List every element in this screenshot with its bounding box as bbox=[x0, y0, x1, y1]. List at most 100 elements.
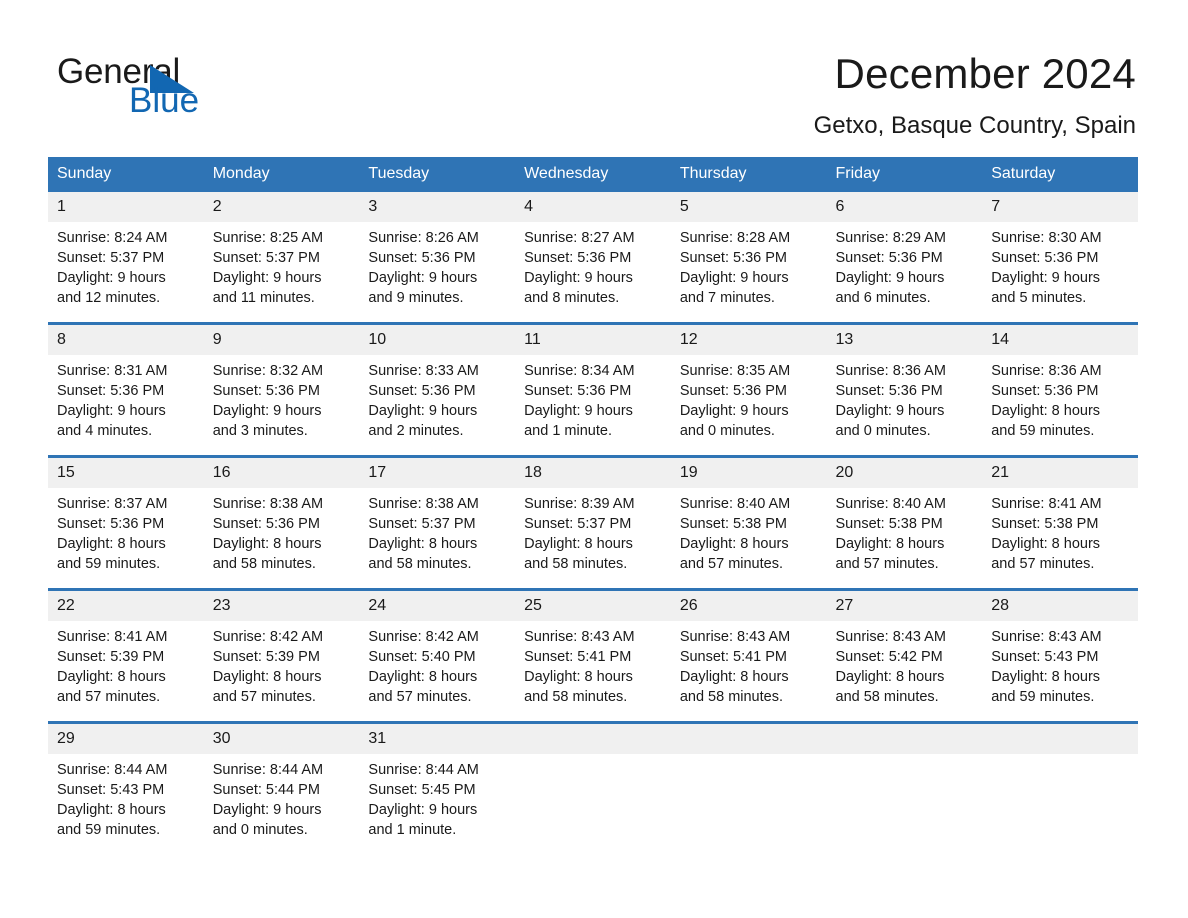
day-number bbox=[515, 724, 671, 754]
daylight-duration-line1: Daylight: 8 hours bbox=[57, 536, 166, 552]
day-sun-info: Sunrise: 8:27 AM Sunset: 5:36 PM Daylight:… bbox=[515, 222, 671, 308]
day-number: 5 bbox=[670, 192, 827, 222]
calendar-day-cell[interactable] bbox=[826, 721, 983, 836]
day-cell-content: 22 Sunrise: 8:41 AM Sunset: 5:39 PM Dayligh… bbox=[48, 591, 204, 705]
calendar-day-cell[interactable]: 27 Sunrise: 8:43 AM Sunset: 5:42 PM Dayligh… bbox=[826, 588, 983, 705]
daylight-duration-line1: Daylight: 9 hours bbox=[57, 270, 166, 286]
day-sun-info: Sunrise: 8:31 AM Sunset: 5:36 PM Daylight:… bbox=[48, 355, 204, 441]
sunrise-time: Sunrise: 8:32 AM bbox=[212, 363, 324, 379]
calendar-day-cell[interactable]: 8 Sunrise: 8:31 AM Sunset: 5:36 PM Daylight… bbox=[48, 322, 204, 441]
day-cell-content: 12 Sunrise: 8:35 AM Sunset: 5:36 PM Dayligh… bbox=[670, 325, 827, 439]
day-cell-content: 30 Sunrise: 8:44 AM Sunset: 5:44 PM Dayligh… bbox=[203, 724, 360, 838]
calendar-day-cell[interactable]: 25 Sunrise: 8:43 AM Sunset: 5:41 PM Dayligh… bbox=[515, 588, 671, 705]
day-cell-content: 20 Sunrise: 8:40 AM Sunset: 5:38 PM Dayligh… bbox=[826, 458, 983, 572]
weekday-header-tuesday: Tuesday bbox=[359, 157, 516, 192]
day-cell-content: 10 Sunrise: 8:33 AM Sunset: 5:36 PM Dayligh… bbox=[359, 325, 516, 439]
day-cell-content: 9 Sunrise: 8:32 AM Sunset: 5:36 PM Daylight… bbox=[203, 325, 360, 439]
calendar-day-cell[interactable]: 31 Sunrise: 8:44 AM Sunset: 5:45 PM Dayligh… bbox=[359, 721, 516, 838]
sunset-time: Sunset: 5:41 PM bbox=[679, 649, 788, 665]
day-sun-info: Sunrise: 8:26 AM Sunset: 5:36 PM Daylight:… bbox=[359, 222, 515, 308]
calendar-day-cell[interactable]: 17 Sunrise: 8:38 AM Sunset: 5:37 PM Dayligh… bbox=[359, 455, 516, 574]
calendar-day-cell[interactable]: 3 Sunrise: 8:26 AM Sunset: 5:36 PM Daylight… bbox=[359, 192, 516, 306]
calendar-day-cell[interactable]: 12 Sunrise: 8:35 AM Sunset: 5:36 PM Dayligh… bbox=[670, 322, 827, 439]
day-number: 25 bbox=[515, 591, 671, 621]
sunrise-time: Sunrise: 8:39 AM bbox=[524, 496, 635, 512]
calendar-day-cell[interactable]: 19 Sunrise: 8:40 AM Sunset: 5:38 PM Dayligh… bbox=[670, 455, 827, 572]
day-sun-info bbox=[827, 754, 983, 760]
calendar-day-cell[interactable]: 14 Sunrise: 8:36 AM Sunset: 5:36 PM Dayligh… bbox=[982, 322, 1138, 439]
daylight-duration-line1: Daylight: 8 hours bbox=[368, 669, 478, 685]
calendar-day-cell[interactable]: 29 Sunrise: 8:44 AM Sunset: 5:43 PM Dayligh… bbox=[48, 721, 204, 838]
calendar-day-cell[interactable]: 15 Sunrise: 8:37 AM Sunset: 5:36 PM Dayligh… bbox=[48, 455, 204, 572]
calendar-day-cell[interactable]: 18 Sunrise: 8:39 AM Sunset: 5:37 PM Dayligh… bbox=[515, 455, 671, 572]
calendar-day-cell[interactable] bbox=[982, 721, 1138, 836]
sunrise-time: Sunrise: 8:44 AM bbox=[368, 762, 479, 778]
generalblue-logo[interactable]: General Blue bbox=[57, 52, 357, 122]
sunrise-time: Sunrise: 8:30 AM bbox=[991, 230, 1102, 246]
calendar-day-cell[interactable]: 2 Sunrise: 8:25 AM Sunset: 5:37 PM Daylight… bbox=[203, 192, 360, 306]
day-number: 28 bbox=[982, 591, 1138, 621]
calendar-day-cell[interactable]: 9 Sunrise: 8:32 AM Sunset: 5:36 PM Daylight… bbox=[203, 322, 360, 439]
day-sun-info: Sunrise: 8:38 AM Sunset: 5:37 PM Daylight:… bbox=[359, 488, 515, 574]
daylight-duration-line2: and 1 minute. bbox=[368, 822, 457, 838]
sunset-time: Sunset: 5:36 PM bbox=[212, 516, 320, 532]
day-number: 9 bbox=[203, 325, 360, 355]
day-sun-info: Sunrise: 8:44 AM Sunset: 5:44 PM Daylight:… bbox=[204, 754, 360, 840]
day-cell-content: 27 Sunrise: 8:43 AM Sunset: 5:42 PM Dayligh… bbox=[826, 591, 983, 705]
calendar-page: General Blue December 2024 Getxo, Basque… bbox=[0, 0, 1188, 918]
calendar-day-cell[interactable]: 26 Sunrise: 8:43 AM Sunset: 5:41 PM Dayligh… bbox=[670, 588, 827, 705]
calendar-day-cell[interactable]: 20 Sunrise: 8:40 AM Sunset: 5:38 PM Dayligh… bbox=[826, 455, 983, 572]
sunrise-time: Sunrise: 8:34 AM bbox=[524, 363, 635, 379]
day-number: 10 bbox=[359, 325, 516, 355]
sunset-time: Sunset: 5:36 PM bbox=[524, 383, 632, 399]
calendar-day-cell[interactable]: 1 Sunrise: 8:24 AM Sunset: 5:37 PM Daylight… bbox=[48, 192, 204, 306]
daylight-duration-line1: Daylight: 8 hours bbox=[835, 669, 945, 685]
daylight-duration-line1: Daylight: 9 hours bbox=[835, 270, 945, 286]
day-number bbox=[670, 724, 827, 754]
calendar-week-row: 1 Sunrise: 8:24 AM Sunset: 5:37 PM Daylight… bbox=[48, 192, 1138, 306]
calendar-day-cell[interactable]: 11 Sunrise: 8:34 AM Sunset: 5:36 PM Dayligh… bbox=[515, 322, 671, 441]
day-cell-content: 19 Sunrise: 8:40 AM Sunset: 5:38 PM Dayligh… bbox=[670, 458, 827, 572]
sunset-time: Sunset: 5:36 PM bbox=[835, 383, 943, 399]
sunrise-time: Sunrise: 8:27 AM bbox=[524, 230, 635, 246]
sunset-time: Sunset: 5:37 PM bbox=[57, 250, 165, 266]
day-cell-content: 31 Sunrise: 8:44 AM Sunset: 5:45 PM Dayligh… bbox=[359, 724, 516, 838]
calendar-day-cell[interactable]: 23 Sunrise: 8:42 AM Sunset: 5:39 PM Dayligh… bbox=[203, 588, 360, 705]
calendar-day-cell[interactable]: 13 Sunrise: 8:36 AM Sunset: 5:36 PM Dayligh… bbox=[826, 322, 983, 439]
sunrise-time: Sunrise: 8:28 AM bbox=[679, 230, 791, 246]
day-sun-info: Sunrise: 8:34 AM Sunset: 5:36 PM Daylight:… bbox=[515, 355, 671, 441]
calendar-day-cell[interactable] bbox=[670, 721, 827, 836]
day-sun-info: Sunrise: 8:42 AM Sunset: 5:40 PM Daylight:… bbox=[359, 621, 515, 707]
day-sun-info: Sunrise: 8:29 AM Sunset: 5:36 PM Daylight:… bbox=[827, 222, 983, 308]
day-number: 1 bbox=[48, 192, 204, 222]
daylight-duration-line2: and 0 minutes. bbox=[212, 822, 308, 838]
day-number: 11 bbox=[515, 325, 671, 355]
sunset-time: Sunset: 5:41 PM bbox=[524, 649, 632, 665]
calendar-week-row: 29 Sunrise: 8:44 AM Sunset: 5:43 PM Dayligh… bbox=[48, 721, 1138, 838]
day-sun-info: Sunrise: 8:40 AM Sunset: 5:38 PM Daylight:… bbox=[671, 488, 827, 574]
calendar-day-cell[interactable]: 4 Sunrise: 8:27 AM Sunset: 5:36 PM Daylight… bbox=[515, 192, 671, 306]
calendar-day-cell[interactable]: 5 Sunrise: 8:28 AM Sunset: 5:36 PM Daylight… bbox=[670, 192, 827, 306]
daylight-duration-line1: Daylight: 9 hours bbox=[212, 270, 322, 286]
day-cell-content: 26 Sunrise: 8:43 AM Sunset: 5:41 PM Dayligh… bbox=[670, 591, 827, 705]
calendar-day-cell[interactable]: 6 Sunrise: 8:29 AM Sunset: 5:36 PM Daylight… bbox=[826, 192, 983, 306]
calendar-week-row: 8 Sunrise: 8:31 AM Sunset: 5:36 PM Daylight… bbox=[48, 322, 1138, 441]
calendar-day-cell[interactable]: 16 Sunrise: 8:38 AM Sunset: 5:36 PM Dayligh… bbox=[203, 455, 360, 572]
sunrise-time: Sunrise: 8:43 AM bbox=[679, 629, 791, 645]
day-number: 14 bbox=[982, 325, 1138, 355]
sunset-time: Sunset: 5:36 PM bbox=[57, 383, 165, 399]
calendar-day-cell[interactable]: 28 Sunrise: 8:43 AM Sunset: 5:43 PM Dayligh… bbox=[982, 588, 1138, 705]
calendar-day-cell[interactable]: 22 Sunrise: 8:41 AM Sunset: 5:39 PM Dayligh… bbox=[48, 588, 204, 705]
calendar-day-cell[interactable]: 30 Sunrise: 8:44 AM Sunset: 5:44 PM Dayligh… bbox=[203, 721, 360, 838]
day-sun-info: Sunrise: 8:30 AM Sunset: 5:36 PM Daylight:… bbox=[982, 222, 1138, 308]
day-cell-content: 28 Sunrise: 8:43 AM Sunset: 5:43 PM Dayligh… bbox=[982, 591, 1138, 705]
calendar-day-cell[interactable]: 10 Sunrise: 8:33 AM Sunset: 5:36 PM Dayligh… bbox=[359, 322, 516, 439]
daylight-duration-line1: Daylight: 8 hours bbox=[679, 536, 789, 552]
calendar-day-cell[interactable] bbox=[515, 721, 671, 836]
day-number: 31 bbox=[359, 724, 516, 754]
sunset-time: Sunset: 5:43 PM bbox=[57, 782, 165, 798]
calendar-day-cell[interactable]: 7 Sunrise: 8:30 AM Sunset: 5:36 PM Daylight… bbox=[982, 192, 1138, 306]
sunrise-time: Sunrise: 8:37 AM bbox=[57, 496, 168, 512]
calendar-day-cell[interactable]: 21 Sunrise: 8:41 AM Sunset: 5:38 PM Dayligh… bbox=[982, 455, 1138, 572]
calendar-day-cell[interactable]: 24 Sunrise: 8:42 AM Sunset: 5:40 PM Dayligh… bbox=[359, 588, 516, 707]
